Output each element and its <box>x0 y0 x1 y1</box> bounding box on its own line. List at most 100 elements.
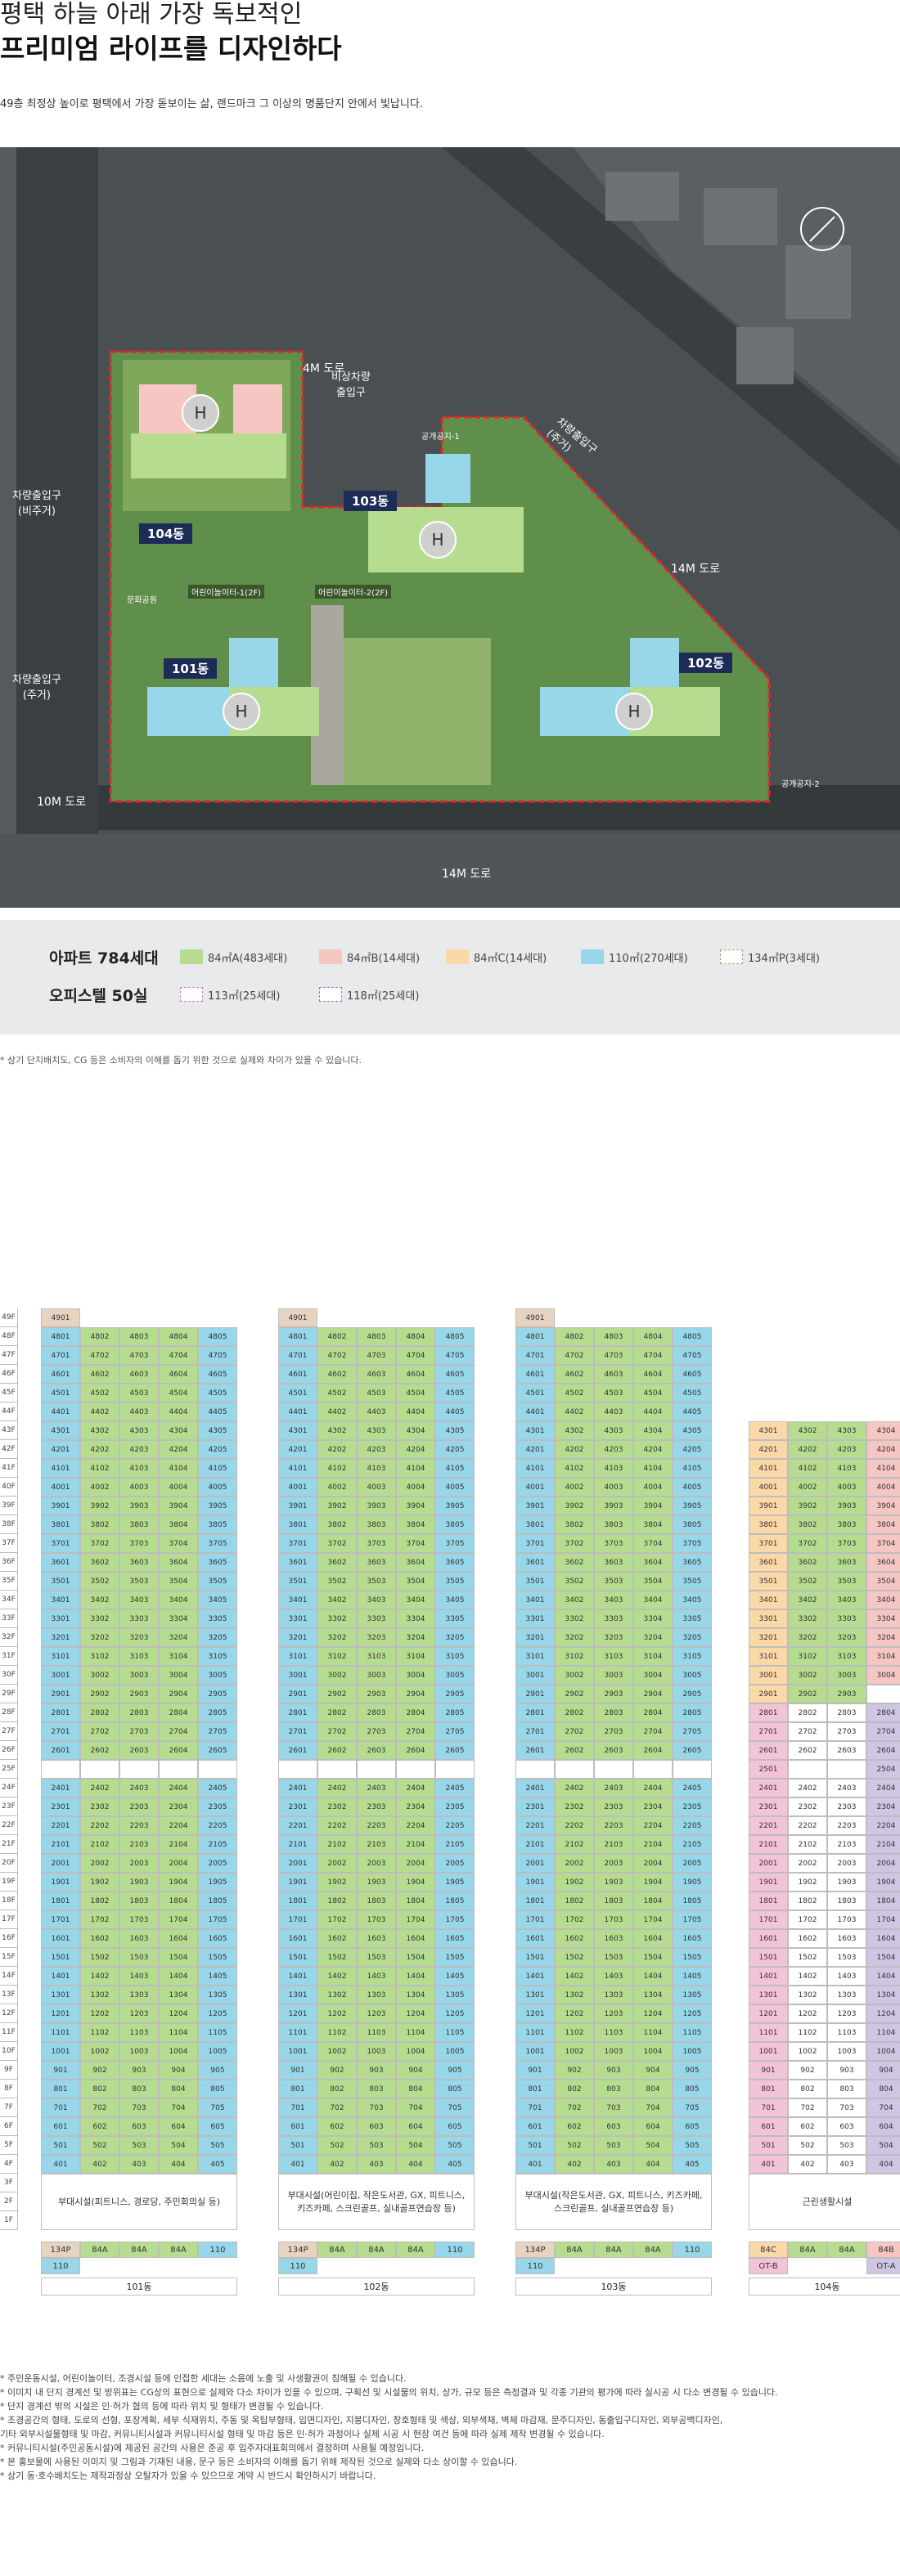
unit-cell: 4103 <box>119 1459 159 1478</box>
unit-cell: 4005 <box>673 1478 712 1497</box>
unit-cell: 4102 <box>555 1459 594 1478</box>
unit-cell: 2203 <box>119 1816 159 1835</box>
unit-cell: 1701 <box>515 1910 555 1929</box>
unit-cell: 3202 <box>555 1628 594 1647</box>
unit-cell: 1504 <box>633 1948 673 1967</box>
unit-cell: 1503 <box>357 1948 396 1967</box>
unit-cell <box>866 1685 900 1703</box>
unit-cell: 805 <box>198 2080 237 2098</box>
unit-cell: 901 <box>749 2061 788 2080</box>
unit-cell: 2903 <box>119 1685 159 1703</box>
unit-cell: 3002 <box>80 1666 119 1685</box>
unit-cell: 1804 <box>633 1892 673 1910</box>
unit-cell: 4103 <box>357 1459 396 1478</box>
unit-cell: 2402 <box>555 1779 594 1797</box>
unit-cell: 2002 <box>555 1854 594 1873</box>
facility-playground-1: 어린이놀이터-1(2F) <box>188 585 265 599</box>
unit-cell: 3701 <box>278 1534 317 1553</box>
unit-cell: 4304 <box>159 1421 198 1440</box>
unit-cell <box>198 1760 237 1779</box>
unit-cell: 1204 <box>396 2004 435 2023</box>
unit-cell: 3003 <box>357 1666 396 1685</box>
unit-cell: 1501 <box>515 1948 555 1967</box>
unit-cell: 4702 <box>317 1346 357 1365</box>
unit-cell: 901 <box>515 2061 555 2080</box>
unit-cell: 3205 <box>198 1628 237 1647</box>
unit-cell: 3903 <box>357 1497 396 1515</box>
unit-cell: 2405 <box>435 1779 475 1797</box>
unit-cell: 701 <box>278 2098 317 2117</box>
unit-cell: 805 <box>435 2080 475 2098</box>
unit-cell: 1605 <box>435 1929 475 1948</box>
type-cell: 84C <box>749 2242 788 2258</box>
unit-cell: 1002 <box>555 2042 594 2061</box>
unit-cell: 4303 <box>119 1421 159 1440</box>
unit-cell: 603 <box>357 2117 396 2136</box>
unit-cell: 4505 <box>673 1384 712 1402</box>
unit-cell: 602 <box>80 2117 119 2136</box>
unit-cell <box>594 1760 633 1779</box>
unit-cell: 3601 <box>278 1553 317 1572</box>
unit-cell: 2205 <box>673 1816 712 1835</box>
unit-cell: 4101 <box>515 1459 555 1478</box>
unit-cell: 1903 <box>119 1873 159 1892</box>
unit-cell: 4305 <box>435 1421 475 1440</box>
floor-label: 17F <box>0 1910 18 1929</box>
unit-cell: 3805 <box>673 1515 712 1534</box>
floor-label: 37F <box>0 1534 18 1553</box>
unit-cell: 3505 <box>435 1572 475 1591</box>
unit-cell: 1701 <box>278 1910 317 1929</box>
unit-cell: 4701 <box>278 1346 317 1365</box>
unit-cell: 1504 <box>396 1948 435 1967</box>
legend-apt-title: 아파트 784세대 <box>49 949 159 967</box>
unit-cell: 1502 <box>788 1948 827 1967</box>
unit-cell: 4504 <box>159 1384 198 1402</box>
unit-cell: 4201 <box>278 1440 317 1459</box>
unit-cell: 3302 <box>788 1609 827 1628</box>
unit-cell: 3905 <box>435 1497 475 1515</box>
floor-label: 16F <box>0 1929 18 1948</box>
unit-cell: 2103 <box>827 1835 866 1854</box>
unit-cell: 2802 <box>788 1703 827 1722</box>
unit-cell: 2302 <box>555 1797 594 1816</box>
unit-cell: 1705 <box>198 1910 237 1929</box>
unit-cell: 1402 <box>317 1967 357 1986</box>
floor-label: 38F <box>0 1515 18 1534</box>
unit-cell: 4304 <box>866 1421 900 1440</box>
unit-cell: 3704 <box>633 1534 673 1553</box>
unit-cell: 904 <box>866 2061 900 2080</box>
unit-cell: 3303 <box>827 1609 866 1628</box>
unit-cell: 2101 <box>41 1835 80 1854</box>
unit-cell: 2205 <box>435 1816 475 1835</box>
unit-cell: 2805 <box>673 1703 712 1722</box>
unit-cell: 1301 <box>749 1986 788 2004</box>
unit-cell: 4701 <box>515 1346 555 1365</box>
unit-cell: 3805 <box>198 1515 237 1534</box>
floor-label: 27F <box>0 1722 18 1741</box>
entrance-emergency: 비상차량 출입구 <box>331 371 371 399</box>
unit-cell: 2804 <box>633 1703 673 1722</box>
unit-cell: 4003 <box>827 1478 866 1497</box>
unit-cell: 703 <box>119 2098 159 2117</box>
floor-label: 13F <box>0 1986 18 2004</box>
unit-cell: 1801 <box>515 1892 555 1910</box>
unit-cell: 1102 <box>317 2023 357 2042</box>
unit-cell: 503 <box>119 2136 159 2155</box>
unit-cell: 2302 <box>788 1797 827 1816</box>
floor-label: 47F <box>0 1346 18 1365</box>
unit-cell: 502 <box>80 2136 119 2155</box>
unit-cell: 3805 <box>435 1515 475 1534</box>
unit-cell: 4005 <box>435 1478 475 1497</box>
unit-cell: 1702 <box>80 1910 119 1929</box>
unit-cell: 1505 <box>198 1948 237 1967</box>
unit-cell: 2004 <box>396 1854 435 1873</box>
unit-cell: 2802 <box>555 1703 594 1722</box>
unit-cell: 802 <box>788 2080 827 2098</box>
unit-cell: 1004 <box>396 2042 435 2061</box>
unit-cell: 2404 <box>159 1779 198 1797</box>
unit-cell: 3304 <box>866 1609 900 1628</box>
unit-cell: 3601 <box>515 1553 555 1572</box>
unit-cell: 3304 <box>159 1609 198 1628</box>
unit-cell: 4504 <box>396 1384 435 1402</box>
unit-cell: 1305 <box>435 1986 475 2004</box>
